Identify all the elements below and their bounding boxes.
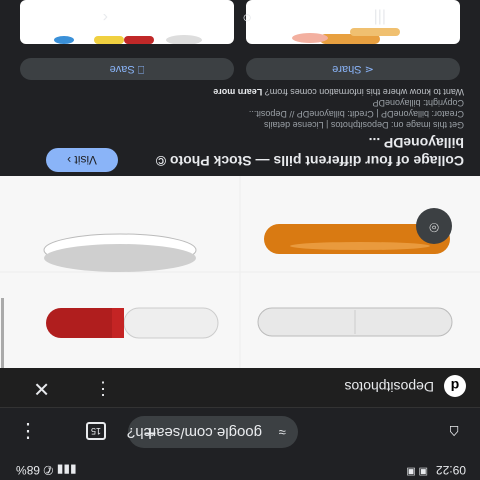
phone-screen: 09:22 ▣ ▣ ▮▮▮ ✆ 68% ⌂ ≈ google.com/searc… <box>0 0 480 480</box>
source-site-bar: d Depositphotos ⋮ ✕ <box>0 367 480 408</box>
visit-button[interactable]: Visit › <box>46 148 118 172</box>
chevron-right-icon: › <box>67 153 72 167</box>
bookmark-icon: ⎕ <box>137 63 145 75</box>
status-bar: 09:22 ▣ ▣ ▮▮▮ ✆ 68% <box>0 460 480 480</box>
get-image-line[interactable]: Get this image on: Depositphotos | Licen… <box>24 119 464 130</box>
result-title[interactable]: Collage of four different pills — Stock … <box>104 134 464 170</box>
site-name: Depositphotos <box>344 379 434 395</box>
learn-more-link[interactable]: Learn more <box>213 87 262 97</box>
signal-icon: ▮▮▮ ✆ <box>43 463 77 477</box>
depositphotos-favicon: d <box>444 375 466 397</box>
browser-menu-icon[interactable]: ⋮ <box>18 419 38 444</box>
site-menu-icon[interactable]: ⋮ <box>94 378 112 399</box>
site-settings-icon[interactable]: ≈ <box>279 416 286 448</box>
close-icon[interactable]: ✕ <box>33 376 50 401</box>
save-button[interactable]: ⎕ Save <box>20 58 234 80</box>
save-label: Save <box>109 63 135 75</box>
android-nav-bar: ||| ○ ‹ <box>0 0 480 28</box>
scrollbar[interactable] <box>1 298 4 368</box>
visit-label: Visit <box>74 153 97 167</box>
result-image[interactable]: ⌾ <box>0 176 480 368</box>
tab-switcher-button[interactable]: 15 <box>86 422 106 440</box>
back-icon[interactable]: ‹ <box>103 8 108 26</box>
status-right: ▮▮▮ ✆ 68% <box>16 463 77 477</box>
notification-icons: ▣ ▣ <box>406 466 428 477</box>
battery-percent: 68% <box>16 463 41 477</box>
home-nav-icon[interactable]: ○ <box>242 8 252 26</box>
home-icon[interactable]: ⌂ <box>442 420 466 444</box>
copyright-line: Copyright: billayoneDP <box>372 98 464 108</box>
creator-line: Creator: billayoneDP | Credit: billayone… <box>248 109 464 119</box>
info-question: Want to know where this information come… <box>264 87 464 97</box>
browser-toolbar: ⌂ ≈ google.com/search? + 15 ⋮ <box>0 408 480 452</box>
pills-collage <box>0 176 480 368</box>
info-source-line: Want to know where this information come… <box>24 86 464 97</box>
status-time: 09:22 <box>435 463 466 477</box>
image-metadata: Get this image on: Depositphotos | Licen… <box>24 86 464 130</box>
share-icon: ⋖ <box>364 63 374 75</box>
share-label: Share <box>332 63 362 75</box>
recents-icon[interactable]: ||| <box>374 8 386 26</box>
share-button[interactable]: ⋖ Share <box>246 58 460 80</box>
lens-icon[interactable]: ⌾ <box>416 208 452 244</box>
new-tab-icon[interactable]: + <box>138 420 162 446</box>
action-buttons: ⋖ Share ⎕ Save <box>0 54 480 80</box>
